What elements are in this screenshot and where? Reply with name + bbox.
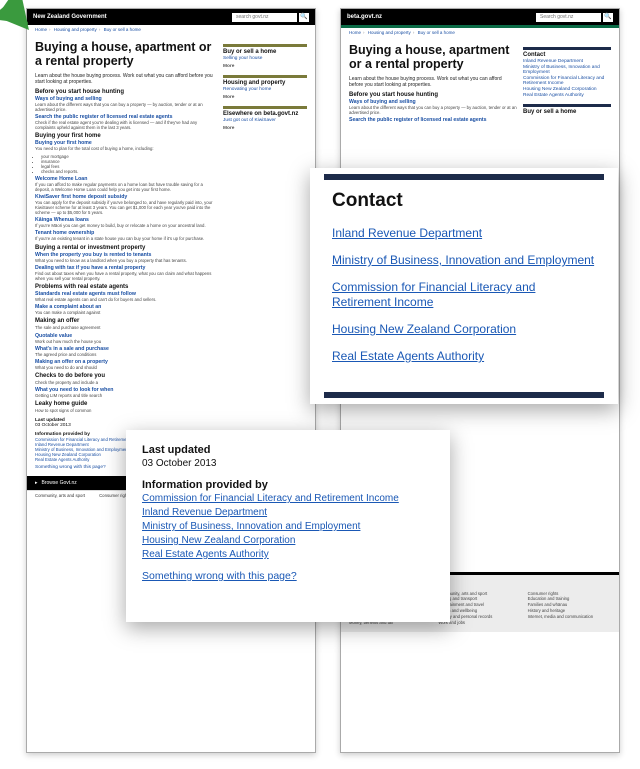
breadcrumb: Home› Housing and property› Buy or sell … bbox=[341, 28, 619, 37]
provider-link[interactable]: Ministry of Business, Innovation and Emp… bbox=[142, 521, 434, 532]
contact-link-reaa[interactable]: Real Estate Agents Authority bbox=[332, 349, 596, 364]
arrow-icon bbox=[0, 0, 640, 28]
provided-by-label: Information provided by bbox=[142, 479, 434, 491]
contact-link-hnzc[interactable]: Housing New Zealand Corporation bbox=[332, 322, 596, 337]
accent-bar bbox=[324, 174, 604, 180]
section-first: Buying your first home bbox=[35, 133, 217, 139]
page-title: Buying a house, apartment or a rental pr… bbox=[35, 40, 217, 69]
info-popout: Last updated 03 October 2013 Information… bbox=[126, 430, 450, 622]
main-content: Buying a house, apartment or a rental pr… bbox=[35, 38, 217, 470]
contact-link-mbie[interactable]: Ministry of Business, Innovation and Emp… bbox=[332, 253, 596, 268]
page-left: New Zealand Government 🔍 Home› Housing a… bbox=[26, 8, 316, 753]
last-updated-value: 03 October 2013 bbox=[142, 458, 434, 469]
page-intro: Learn about the house buying process. Wo… bbox=[35, 73, 217, 85]
contact-heading: Contact bbox=[332, 190, 596, 212]
contact-link-ird[interactable]: Inland Revenue Department bbox=[332, 226, 596, 241]
sidebar-left: Buy or sell a home Selling your house Mo… bbox=[223, 38, 307, 470]
accent-bar bbox=[324, 392, 604, 398]
provider-link[interactable]: Inland Revenue Department bbox=[142, 507, 434, 518]
provider-link[interactable]: Real Estate Agents Authority bbox=[142, 549, 434, 560]
last-updated-label: Last updated bbox=[142, 444, 434, 456]
provider-link[interactable]: Housing New Zealand Corporation bbox=[142, 535, 434, 546]
section-before: Before you start house hunting bbox=[35, 89, 217, 95]
provider-link[interactable]: Commission for Financial Literacy and Re… bbox=[142, 493, 434, 504]
feedback-link[interactable]: Something wrong with this page? bbox=[142, 570, 434, 582]
page-title: Buying a house, apartment or a rental pr… bbox=[349, 43, 517, 72]
contact-link-cflri[interactable]: Commission for Financial Literacy and Re… bbox=[332, 280, 596, 310]
chevron-right-icon: ▸ bbox=[35, 480, 38, 486]
contact-popout: Contact Inland Revenue Department Minist… bbox=[310, 168, 618, 404]
